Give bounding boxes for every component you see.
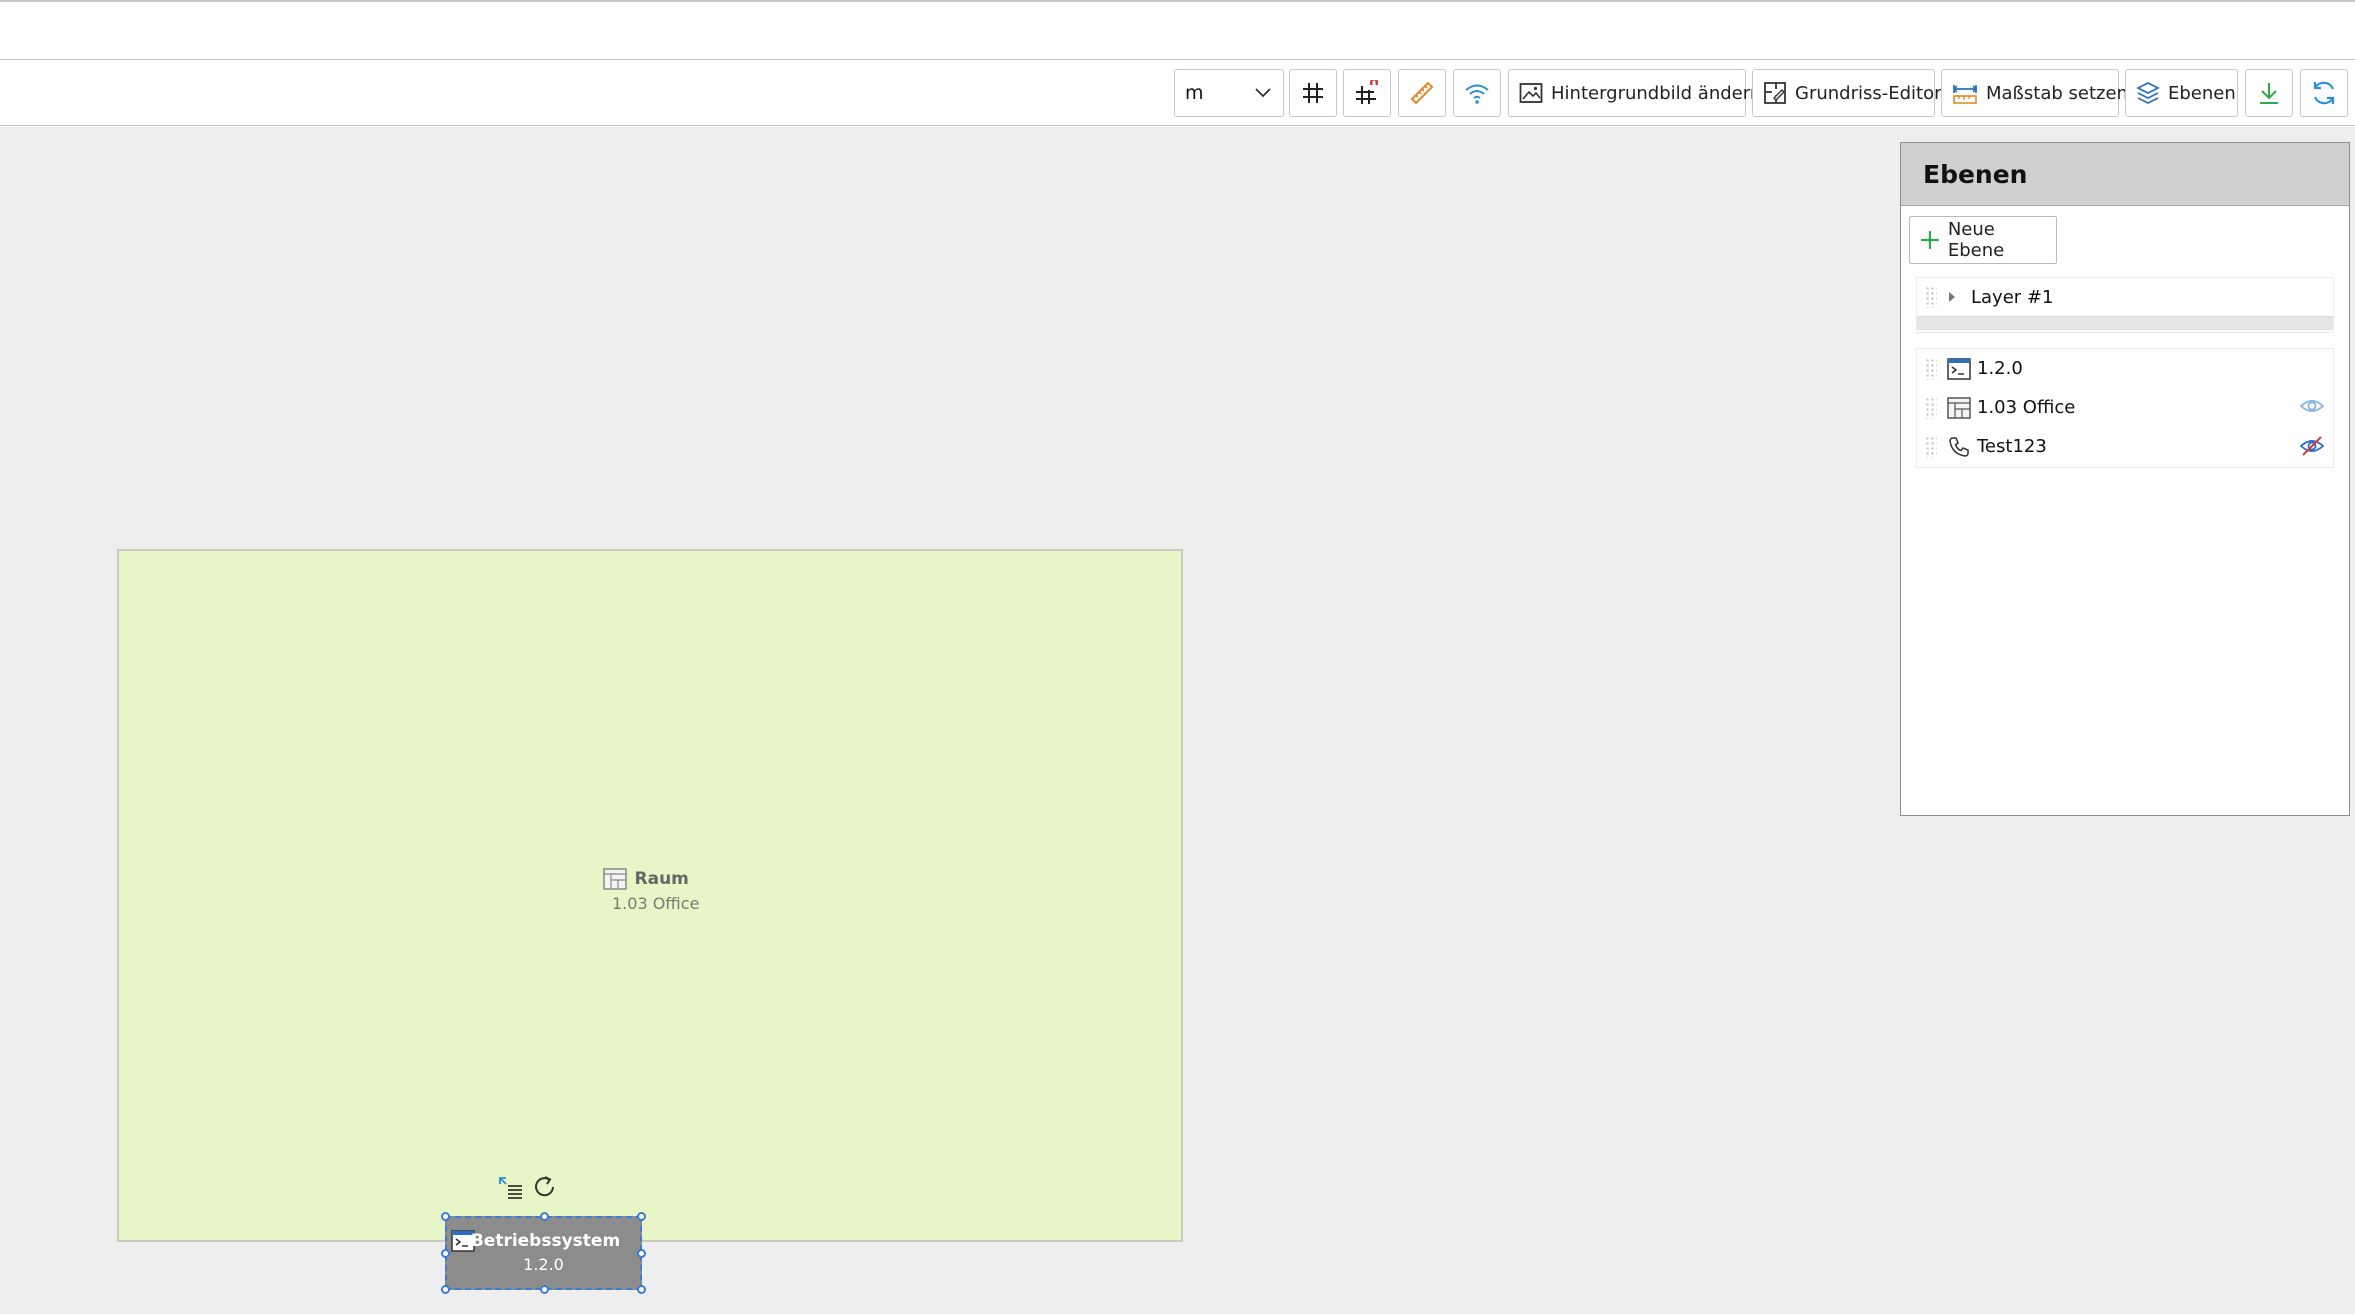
resize-handle-top-right[interactable] [637, 1212, 646, 1221]
phone-icon [1949, 436, 1969, 457]
caret-right-icon[interactable] [1947, 291, 1957, 303]
scale-ruler-icon [1952, 85, 1978, 104]
drag-handle-icon[interactable] [1925, 286, 1937, 308]
layer-group: Layer #1 [1916, 277, 2334, 333]
floorplan-editor-label: Grundriss-Editor [1795, 82, 1942, 104]
set-scale-label: Maßstab setzen [1986, 82, 2128, 104]
change-background-button[interactable]: Hintergrundbild ändern [1508, 69, 1761, 117]
item-label: 1.03 Office [1977, 397, 2076, 418]
layers-panel-title: Ebenen [1901, 143, 2349, 206]
set-scale-button[interactable]: Maßstab setzen [1941, 69, 2128, 117]
drag-handle-icon[interactable] [1925, 435, 1937, 458]
drag-handle-icon[interactable] [1925, 357, 1937, 380]
change-background-label: Hintergrundbild ändern [1551, 82, 1762, 104]
device-version: 1.2.0 [523, 1255, 564, 1274]
layer-drop-zone [1917, 316, 2333, 330]
item-label: Test123 [1977, 436, 2047, 457]
device-title: Betriebssystem [470, 1231, 621, 1251]
resize-handle-left[interactable] [441, 1249, 450, 1258]
list-item[interactable]: 1.2.0 [1917, 349, 2333, 388]
layer-items-list: 1.2.0 1.03 Office Test123 [1916, 348, 2334, 468]
eye-icon[interactable] [2299, 396, 2325, 416]
terminal-window-icon [1947, 357, 1971, 380]
resize-handle-right[interactable] [637, 1249, 646, 1258]
image-icon [1519, 83, 1543, 103]
device-node[interactable]: Betriebssystem 1.2.0 [441, 1212, 646, 1294]
layers-label: Ebenen [2168, 82, 2236, 104]
wifi-coverage-button[interactable] [1453, 69, 1501, 117]
ruler-icon [1410, 81, 1434, 105]
floorplan-editor-button[interactable]: Grundriss-Editor [1752, 69, 1942, 117]
list-item[interactable]: Test123 [1917, 427, 2333, 466]
room-icon [1947, 396, 1971, 419]
resize-handle-bottom-left[interactable] [441, 1285, 450, 1294]
layers-icon [2136, 82, 2160, 104]
wifi-icon [1465, 84, 1489, 104]
top-bar [0, 0, 2355, 60]
new-layer-label: Neue Ebene [1947, 219, 2005, 261]
eye-off-icon[interactable] [2299, 435, 2325, 457]
layer-name: Layer #1 [1971, 286, 2054, 308]
resize-handle-bottom-right[interactable] [637, 1285, 646, 1294]
plus-icon [1920, 231, 1939, 249]
grid-toggle-button[interactable] [1289, 69, 1337, 117]
download-button[interactable] [2245, 69, 2293, 117]
floorplan-edit-icon [1764, 82, 1786, 104]
unit-select-value: m [1185, 82, 1204, 104]
grid-icon [1303, 83, 1323, 103]
chevron-down-icon [1255, 88, 1271, 98]
refresh-icon [2313, 81, 2335, 105]
room-type-label: Raum [634, 869, 689, 889]
drag-handle-icon[interactable] [1925, 396, 1937, 419]
download-icon [2260, 83, 2278, 104]
room-label: Raum 1.03 Office [592, 868, 699, 913]
room-name: 1.03 Office [612, 894, 700, 913]
measure-button[interactable] [1398, 69, 1446, 117]
resize-handle-bottom[interactable] [540, 1285, 549, 1294]
list-item[interactable]: 1.03 Office [1917, 388, 2333, 427]
unit-select[interactable]: m [1174, 69, 1284, 117]
new-layer-button[interactable]: Neue Ebene [1909, 216, 2057, 264]
device-tools [498, 1174, 558, 1200]
align-icon[interactable] [498, 1174, 524, 1200]
grid-magnet-icon [1356, 80, 1378, 104]
resize-handle-top[interactable] [540, 1212, 549, 1221]
item-label: 1.2.0 [1977, 358, 2023, 379]
resize-handle-top-left[interactable] [441, 1212, 450, 1221]
toolbar: m Hintergrundbild ändern Grundriss-Edito… [0, 60, 2355, 126]
refresh-button[interactable] [2300, 69, 2348, 117]
room-icon [602, 868, 627, 890]
layer-row[interactable]: Layer #1 [1917, 278, 2333, 316]
rotate-icon[interactable] [532, 1174, 558, 1200]
layers-button[interactable]: Ebenen [2125, 69, 2238, 117]
snap-to-grid-button[interactable] [1343, 69, 1391, 117]
layers-panel: Ebenen Neue Ebene Layer #1 1.2.0 1.03 Of… [1900, 142, 2350, 816]
